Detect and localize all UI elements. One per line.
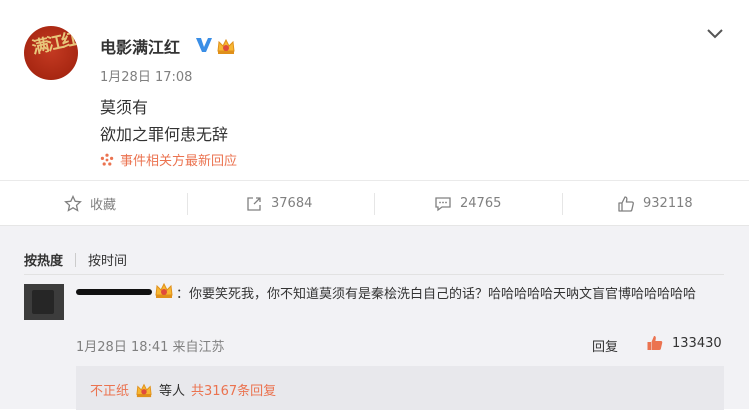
post-text-line: 欲加之罪何患无辞 (100, 125, 229, 144)
comment-time-source: 1月28日 18:41 来自江苏 (76, 340, 225, 355)
reply-button[interactable]: 回复 (592, 336, 618, 355)
like-count: 932118 (643, 196, 693, 211)
action-divider (187, 193, 188, 215)
commenter-avatar[interactable] (24, 284, 64, 320)
sub-reply-box[interactable]: 不正纸 等人 共3167条回复 (76, 366, 724, 410)
favorite-label: 收藏 (90, 198, 117, 213)
repost-button[interactable]: 37684 (245, 181, 312, 226)
sub-reply-middle: 等人 (159, 384, 186, 399)
sub-reply-user[interactable]: 不正纸 (90, 380, 129, 399)
crown-badge-icon (136, 383, 152, 397)
like-button[interactable]: 932118 (617, 181, 693, 226)
event-star-icon (100, 153, 114, 166)
verified-v-icon (196, 38, 212, 52)
sort-divider (75, 252, 77, 267)
post-action-bar: 收藏 37684 24765 932118 (0, 180, 749, 225)
favorite-button[interactable]: 收藏 (64, 181, 116, 226)
author-avatar[interactable]: 满江红 (24, 26, 78, 80)
weibo-post-card: 满江红 电影满江红 1月28日 17:08 莫须有 欲加之罪何患无辞 事件相关方… (0, 0, 749, 180)
avatar-calligraphy: 满江红 (30, 29, 78, 59)
chevron-down-icon[interactable] (706, 28, 724, 40)
event-response-link[interactable]: 事件相关方最新回应 (100, 150, 237, 169)
sub-reply-total-link[interactable]: 共3167条回复 (191, 380, 276, 399)
sort-by-time-tab[interactable]: 按时间 (88, 250, 127, 269)
comment-count: 24765 (460, 196, 502, 211)
comment-icon (435, 196, 451, 211)
event-link-text: 事件相关方最新回应 (120, 154, 238, 169)
comment-divider (24, 274, 724, 275)
action-divider (374, 193, 375, 215)
repost-icon (247, 196, 261, 211)
post-text-line: 莫须有 (100, 98, 149, 117)
post-timestamp[interactable]: 1月28日 17:08 (100, 66, 192, 85)
action-divider (562, 193, 563, 215)
crown-badge-icon (217, 38, 235, 54)
author-name[interactable]: 电影满江红 (100, 34, 180, 58)
comment-like-button[interactable]: 133430 (646, 334, 722, 352)
comment-button[interactable]: 24765 (434, 181, 501, 226)
comment-text: ：你要笑死我，你不知道莫须有是秦桧洗白自己的话？哈哈哈哈哈天呐文盲官博哈哈哈哈哈 (176, 287, 697, 302)
sort-by-hot-tab[interactable]: 按热度 (24, 250, 63, 269)
thumbs-up-icon (618, 195, 634, 212)
repost-count: 37684 (271, 196, 313, 211)
star-icon (64, 194, 82, 212)
comment-like-count: 133430 (672, 335, 722, 351)
thumbs-up-icon (647, 336, 663, 350)
comment-sort-tabs: 按热度 按时间 (24, 250, 127, 269)
comments-section: 按热度 按时间 ：你要笑死我，你不知道莫须有是秦桧洗白自己的话？哈哈哈哈哈天呐文… (0, 225, 749, 410)
